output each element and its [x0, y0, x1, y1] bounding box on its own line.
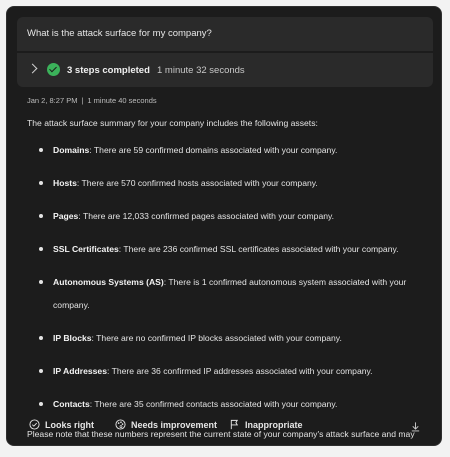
list-item: Hosts: There are 570 confirmed hosts ass…	[27, 172, 427, 195]
check-circle-outline-icon	[29, 419, 40, 430]
feedback-bar: Looks right Needs improvement Inappropri…	[29, 419, 429, 437]
asset-desc: : There are 35 confirmed contacts associ…	[89, 398, 338, 409]
list-item: IP Addresses: There are 36 confirmed IP …	[27, 360, 427, 383]
check-circle-icon	[47, 63, 60, 76]
download-button[interactable]	[410, 421, 421, 434]
asset-name: IP Addresses	[53, 365, 107, 376]
asset-name: Pages	[53, 211, 79, 221]
inappropriate-button[interactable]: Inappropriate	[229, 419, 303, 430]
asset-name: Contacts	[53, 398, 90, 409]
asset-name: Domains	[53, 145, 90, 155]
chat-response-panel: What is the attack surface for my compan…	[6, 6, 442, 446]
chevron-right-icon[interactable]	[27, 63, 38, 74]
asset-desc: : There are 570 confirmed hosts associat…	[76, 178, 318, 188]
asset-desc: : There are 59 confirmed domains associa…	[89, 145, 338, 155]
list-item: SSL Certificates: There are 236 confirme…	[27, 238, 427, 261]
asset-name: Autonomous Systems (AS)	[53, 277, 164, 287]
list-item: IP Blocks: There are no confirmed IP blo…	[27, 327, 427, 350]
steps-toggle[interactable]: 3 steps completed 1 minute 32 seconds	[17, 53, 433, 87]
list-item: Domains: There are 59 confirmed domains …	[27, 139, 427, 162]
question-text: What is the attack surface for my compan…	[27, 28, 212, 39]
list-item: Pages: There are 12,033 confirmed pages …	[27, 205, 427, 228]
asset-name: SSL Certificates	[53, 244, 119, 254]
looks-right-button[interactable]: Looks right	[29, 419, 94, 430]
asset-desc: : There are 12,033 confirmed pages assoc…	[78, 211, 335, 221]
looks-right-label: Looks right	[45, 419, 94, 430]
list-item: Contacts: There are 35 confirmed contact…	[27, 393, 427, 416]
intro-text: The attack surface summary for your comp…	[27, 118, 318, 128]
response-elapsed: 1 minute 40 seconds	[87, 96, 157, 105]
separator: |	[81, 96, 84, 105]
download-icon	[411, 422, 420, 432]
response-content: The attack surface summary for your comp…	[27, 117, 427, 445]
asset-desc: : There are no confirmed IP blocks assoc…	[91, 332, 342, 343]
needs-improvement-button[interactable]: Needs improvement	[115, 419, 217, 430]
response-date: Jan 2, 8:27 PM	[27, 96, 78, 105]
needs-improvement-label: Needs improvement	[131, 419, 218, 430]
asset-desc: : There are 36 confirmed IP addresses as…	[106, 365, 373, 376]
user-question: What is the attack surface for my compan…	[17, 17, 433, 51]
flag-icon	[230, 419, 239, 430]
asset-desc: : There are 236 confirmed SSL certificat…	[118, 244, 399, 254]
inappropriate-label: Inappropriate	[245, 419, 303, 430]
asset-name: Hosts	[53, 178, 77, 188]
list-item: Autonomous Systems (AS): There is 1 conf…	[27, 271, 427, 316]
asset-name: IP Blocks	[53, 332, 92, 343]
steps-duration: 1 minute 32 seconds	[157, 65, 245, 76]
steps-label: 3 steps completed	[67, 65, 150, 76]
response-meta: Jan 2, 8:27 PM | 1 minute 40 seconds	[27, 96, 157, 105]
asset-list: Domains: There are 59 confirmed domains …	[27, 139, 427, 415]
palette-icon	[115, 419, 126, 430]
